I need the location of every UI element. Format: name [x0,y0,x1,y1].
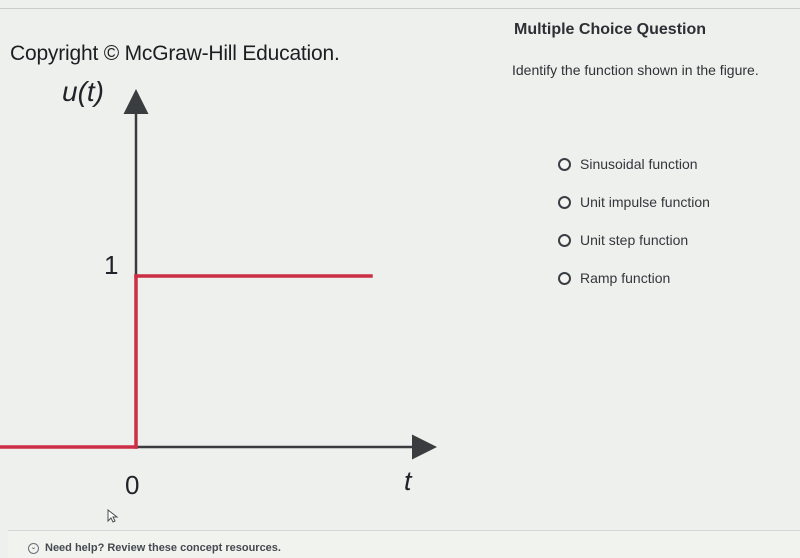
answer-option-unit-step-function[interactable]: Unit step function [558,230,710,250]
copyright-text: Copyright © McGraw-Hill Education. [10,42,340,65]
radio-button[interactable] [558,157,571,171]
radio-button[interactable] [558,195,571,209]
help-footer: ⌄ Need help? Review these concept resour… [8,530,800,558]
unit-step-graph: u(t) t 1 0 [0,76,437,500]
help-link[interactable]: ⌄ Need help? Review these concept resour… [28,542,281,554]
y-axis-label: u(t) [62,76,104,107]
answer-option-label: Ramp function [580,270,671,286]
answer-option-label: Sinusoidal function [580,156,698,172]
figure-panel: u(t) t 1 0 Copyright © McGraw-Hill Educa… [0,10,500,530]
chevron-circle-icon: ⌄ [28,542,39,554]
level-label: 1 [104,250,118,280]
question-panel: Multiple Choice Question Identify the fu… [500,10,800,530]
answer-option-unit-impulse-function[interactable]: Unit impulse function [558,192,710,212]
answer-option-sinusoidal-function[interactable]: Sinusoidal function [558,154,710,174]
answer-option-ramp-function[interactable]: Ramp function [558,268,710,288]
answer-options: Sinusoidal function Unit impulse functio… [558,154,710,306]
radio-button[interactable] [558,233,571,247]
origin-label: 0 [125,470,139,500]
top-divider [0,8,800,9]
answer-option-label: Unit impulse function [580,194,710,210]
question-type-label: Multiple Choice Question [514,21,707,38]
help-link-text: Need help? Review these concept resource… [45,542,281,554]
radio-button[interactable] [558,271,571,285]
question-prompt: Identify the function shown in the figur… [512,62,759,78]
answer-option-label: Unit step function [580,232,689,248]
x-axis-label: t [404,466,413,496]
series-layer [0,274,373,449]
mouse-pointer-icon [107,509,119,523]
